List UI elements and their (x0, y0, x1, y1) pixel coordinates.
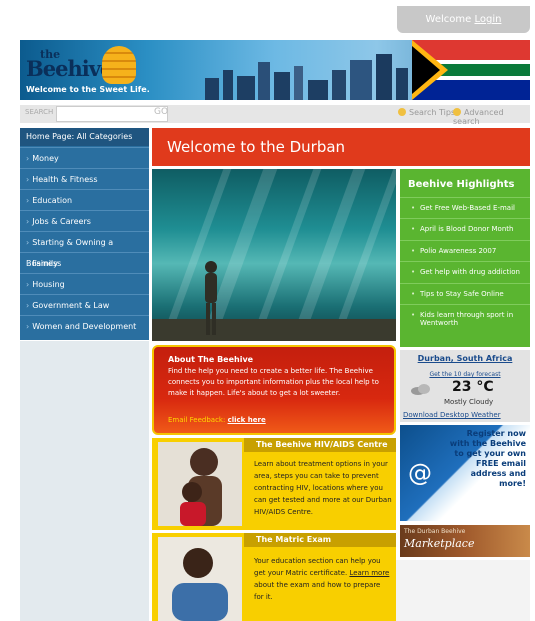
sidebar-item-housing[interactable]: › Housing (20, 273, 149, 294)
sidebar-item-government[interactable]: › Government & Law (20, 294, 149, 315)
search-tips-icon (398, 108, 406, 116)
register-email-ad[interactable]: @ Register now with the Beehive to get y… (400, 425, 530, 521)
sidebar-item-jobs[interactable]: › Jobs & Careers (20, 210, 149, 231)
arrow-icon: › (26, 217, 30, 226)
marketplace-subtitle: The Durban Beehive (404, 528, 466, 535)
forecast-link[interactable]: Get the 10 day forecast (400, 371, 530, 378)
arrow-icon: › (26, 322, 30, 331)
sidebar-item-education[interactable]: › Education (20, 189, 149, 210)
site-banner: the Beehive Welcome to the Sweet Life. (20, 40, 530, 100)
login-link[interactable]: Login (474, 14, 501, 25)
highlight-item[interactable]: • Get Free Web-Based E-mail (400, 197, 530, 216)
arrow-icon: › (26, 154, 30, 163)
hiv-centre-title[interactable]: The Beehive HIV/AIDS Centre (244, 438, 396, 452)
page-title: Welcome to the Durban Beehive (152, 128, 396, 194)
arrow-icon: › (26, 175, 30, 184)
matric-exam-box: The Matric Exam Your education section c… (152, 533, 396, 621)
highlight-item[interactable]: • Kids learn through sport in Wentworth (400, 304, 530, 331)
arrow-icon: › (26, 301, 30, 310)
feedback-link[interactable]: click here (228, 416, 266, 424)
tagline: Welcome to the Sweet Life. (26, 85, 150, 94)
welcome-text: Welcome (425, 14, 472, 25)
email-feedback: Email Feedback: click here (168, 416, 266, 424)
weather-city-link[interactable]: Durban, South Africa (400, 354, 530, 363)
arrow-icon: › (26, 238, 30, 247)
learn-more-link[interactable]: Learn more (349, 569, 389, 577)
cloud-icon (411, 384, 430, 395)
go-button[interactable]: GO (154, 107, 168, 117)
sidebar-item-business[interactable]: › Starting & Owning a Business (20, 231, 149, 268)
marketplace-title: Marketplace (404, 537, 475, 550)
highlight-item[interactable]: • Polio Awareness 2007 (400, 240, 530, 259)
aquarium-photo (152, 169, 396, 341)
about-title: About The Beehive (168, 355, 254, 364)
arrow-icon: › (26, 280, 30, 289)
category-sidebar: Home Page: All Categories › Money › Health… (20, 128, 149, 340)
welcome-bar: Welcome Login (397, 6, 530, 33)
temperature: 23 °C (452, 379, 494, 395)
marketplace-banner[interactable]: The Durban Beehive Marketplace (400, 525, 530, 557)
sidebar-item-money[interactable]: › Money (20, 147, 149, 168)
highlight-item[interactable]: • April is Blood Donor Month (400, 218, 530, 237)
sidebar-filler (20, 341, 149, 621)
hiv-centre-box: The Beehive HIV/AIDS Centre Learn about … (152, 438, 396, 530)
sidebar-item-health[interactable]: › Health & Fitness (20, 168, 149, 189)
advanced-search-link[interactable]: Advanced search (453, 108, 530, 126)
sidebar-item-family[interactable]: › Family (20, 252, 149, 273)
sidebar-item-home[interactable]: Home Page: All Categories (20, 128, 149, 146)
search-input[interactable] (56, 106, 168, 122)
highlight-item[interactable]: • Tips to Stay Safe Online (400, 283, 530, 302)
weather-description: Mostly Cloudy (444, 398, 494, 406)
search-bar: SEARCH GO Search Tips Advanced search (20, 105, 530, 126)
sidebar-item-women[interactable]: › Women and Development (20, 315, 149, 336)
hiv-centre-text: Learn about treatment options in your ar… (254, 460, 392, 516)
at-sign-icon: @ (408, 459, 432, 487)
beehive-highlights: Beehive Highlights • Get Free Web-Based E… (400, 169, 530, 347)
title-bar-extension (396, 128, 530, 166)
mother-child-photo (158, 442, 242, 526)
highlights-title: Beehive Highlights (408, 179, 515, 190)
weather-widget: Durban, South Africa Get the 10 day fore… (400, 350, 530, 422)
arrow-icon: › (26, 259, 30, 268)
highlight-item[interactable]: • Get help with drug addiction (400, 261, 530, 280)
download-weather-link[interactable]: Download Desktop Weather (403, 411, 501, 419)
logo-name: Beehive (26, 56, 113, 81)
matric-exam-title[interactable]: The Matric Exam (244, 533, 396, 547)
right-column-filler (396, 560, 530, 621)
register-text: Register now with the Beehive to get you… (449, 429, 526, 488)
arrow-icon: › (26, 196, 30, 205)
beehive-icon (102, 46, 136, 84)
search-label: SEARCH (25, 108, 54, 116)
child-silhouette-icon (205, 261, 217, 335)
beehive-logo[interactable]: the Beehive Welcome to the Sweet Life. (20, 40, 160, 100)
search-tips-link[interactable]: Search Tips (398, 108, 455, 117)
advanced-search-icon (453, 108, 461, 116)
student-photo (158, 537, 242, 621)
matric-exam-text: Your education section can help you get … (254, 557, 390, 601)
south-africa-flag-icon (412, 40, 530, 100)
about-text: Find the help you need to create a bette… (168, 367, 379, 397)
about-box: About The Beehive Find the help you need… (152, 345, 396, 435)
